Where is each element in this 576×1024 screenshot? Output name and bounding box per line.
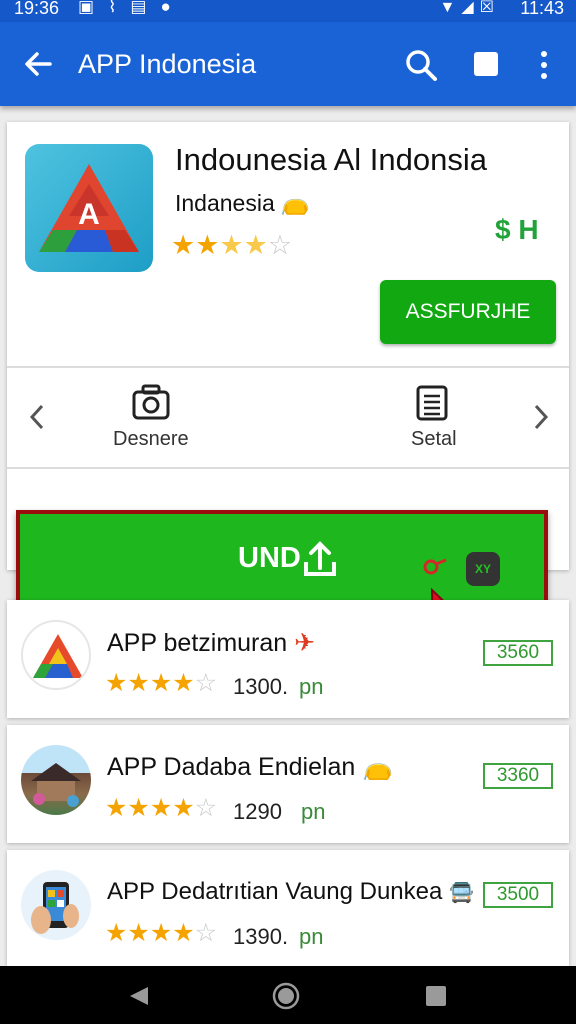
rating-stars: ★★★★☆ <box>171 230 293 260</box>
status-time-left: 19:36 <box>14 0 60 18</box>
bag-icon: 👝 <box>362 753 394 781</box>
list-item-unit: pn <box>301 799 326 824</box>
app-logo-icon: A <box>25 144 153 272</box>
svg-text:A: A <box>78 198 100 231</box>
system-nav-bar <box>0 966 576 1024</box>
nav-recent-icon[interactable] <box>426 986 446 1006</box>
nav-home-icon[interactable] <box>272 982 300 1010</box>
action-label-document[interactable]: Setal <box>411 428 457 451</box>
list-item-count: 1390. <box>233 924 289 949</box>
divider <box>7 366 569 368</box>
install-button[interactable]: ASSFURJHE <box>380 280 556 344</box>
search-icon[interactable] <box>404 48 438 82</box>
list-item-count: 1300. <box>233 674 289 699</box>
list-item[interactable]: APP Dadaba Endielan 👝 ★★★★☆ 1290 pn 3360 <box>7 725 569 843</box>
wifi-icon: ▼ <box>439 0 462 16</box>
location-icon: ● <box>160 0 185 16</box>
status-right-icons: ▼◢☒ <box>440 0 501 17</box>
nav-back-icon[interactable] <box>128 985 150 1007</box>
airplane-icon: ✈ <box>294 629 316 657</box>
app-bar: APP Indonesia <box>0 22 576 106</box>
link-icon <box>423 558 447 575</box>
list-item-unit: pn <box>299 674 324 699</box>
page-title: APP Indonesia <box>78 49 257 79</box>
square-icon[interactable] <box>474 52 498 76</box>
status-left-icons: ▣⌇▤● <box>78 0 185 17</box>
camera-icon[interactable] <box>131 382 171 422</box>
list-item-price[interactable]: 3560 <box>483 640 553 666</box>
price-label: $ H <box>495 214 539 245</box>
signal-icon: ⌇ <box>108 0 131 16</box>
list-item-name: APP Dadaba Endielan 👝 <box>107 753 394 781</box>
chevron-right-icon[interactable] <box>529 402 553 432</box>
signal-bars-icon: ◢ <box>461 0 480 16</box>
action-label-camera[interactable]: Desnere <box>113 428 189 451</box>
app-detail-card: A Indounesia Al Indonsia Indanesia 👝 ★★★… <box>7 122 569 570</box>
app-name: Indounesia Al Indonsia <box>175 142 487 177</box>
bus-icon: 🚍 <box>449 882 474 904</box>
list-item-stars: ★★★★☆ <box>105 919 218 947</box>
upload-icon <box>304 541 336 576</box>
list-item-name: APP betzimuran ✈ <box>107 629 316 657</box>
upload-label: UND <box>238 542 301 574</box>
developer-name[interactable]: Indanesia <box>175 190 275 217</box>
no-sim-icon: ☒ <box>479 0 500 16</box>
list-item-name: APP Dedatrıtian Vaung Dunkea 🚍 <box>107 878 474 905</box>
list-item-price[interactable]: 3500 <box>483 882 553 908</box>
list-item-stars: ★★★★☆ <box>105 669 218 697</box>
triangle-logo-icon <box>21 620 91 690</box>
photo-icon: ▣ <box>78 0 109 16</box>
list-item-price[interactable]: 3360 <box>483 763 553 789</box>
badge-icon: XY <box>466 552 500 586</box>
status-time-right: 11:43 <box>520 0 564 18</box>
list-item-count: 1290 <box>233 799 282 824</box>
arrow-left-icon[interactable] <box>22 48 54 80</box>
list-item-stars: ★★★★☆ <box>105 794 218 822</box>
bag-icon: 👝 <box>280 189 310 216</box>
phone-hand-icon <box>21 870 91 940</box>
document-icon[interactable] <box>415 384 449 422</box>
divider <box>7 467 569 469</box>
status-bar: 19:36 ▣⌇▤● ▼◢☒ 11:43 <box>0 0 576 22</box>
more-vertical-icon[interactable] <box>532 48 556 82</box>
chevron-left-icon[interactable] <box>25 402 49 432</box>
list-item-unit: pn <box>299 924 324 949</box>
sim-icon: ▤ <box>130 0 161 16</box>
list-item[interactable]: APP Dedatrıtian Vaung Dunkea 🚍 ★★★★☆ 139… <box>7 850 569 966</box>
list-item[interactable]: APP betzimuran ✈ ★★★★☆ 1300. pn 3560 <box>7 600 569 718</box>
village-photo-icon <box>21 745 91 815</box>
